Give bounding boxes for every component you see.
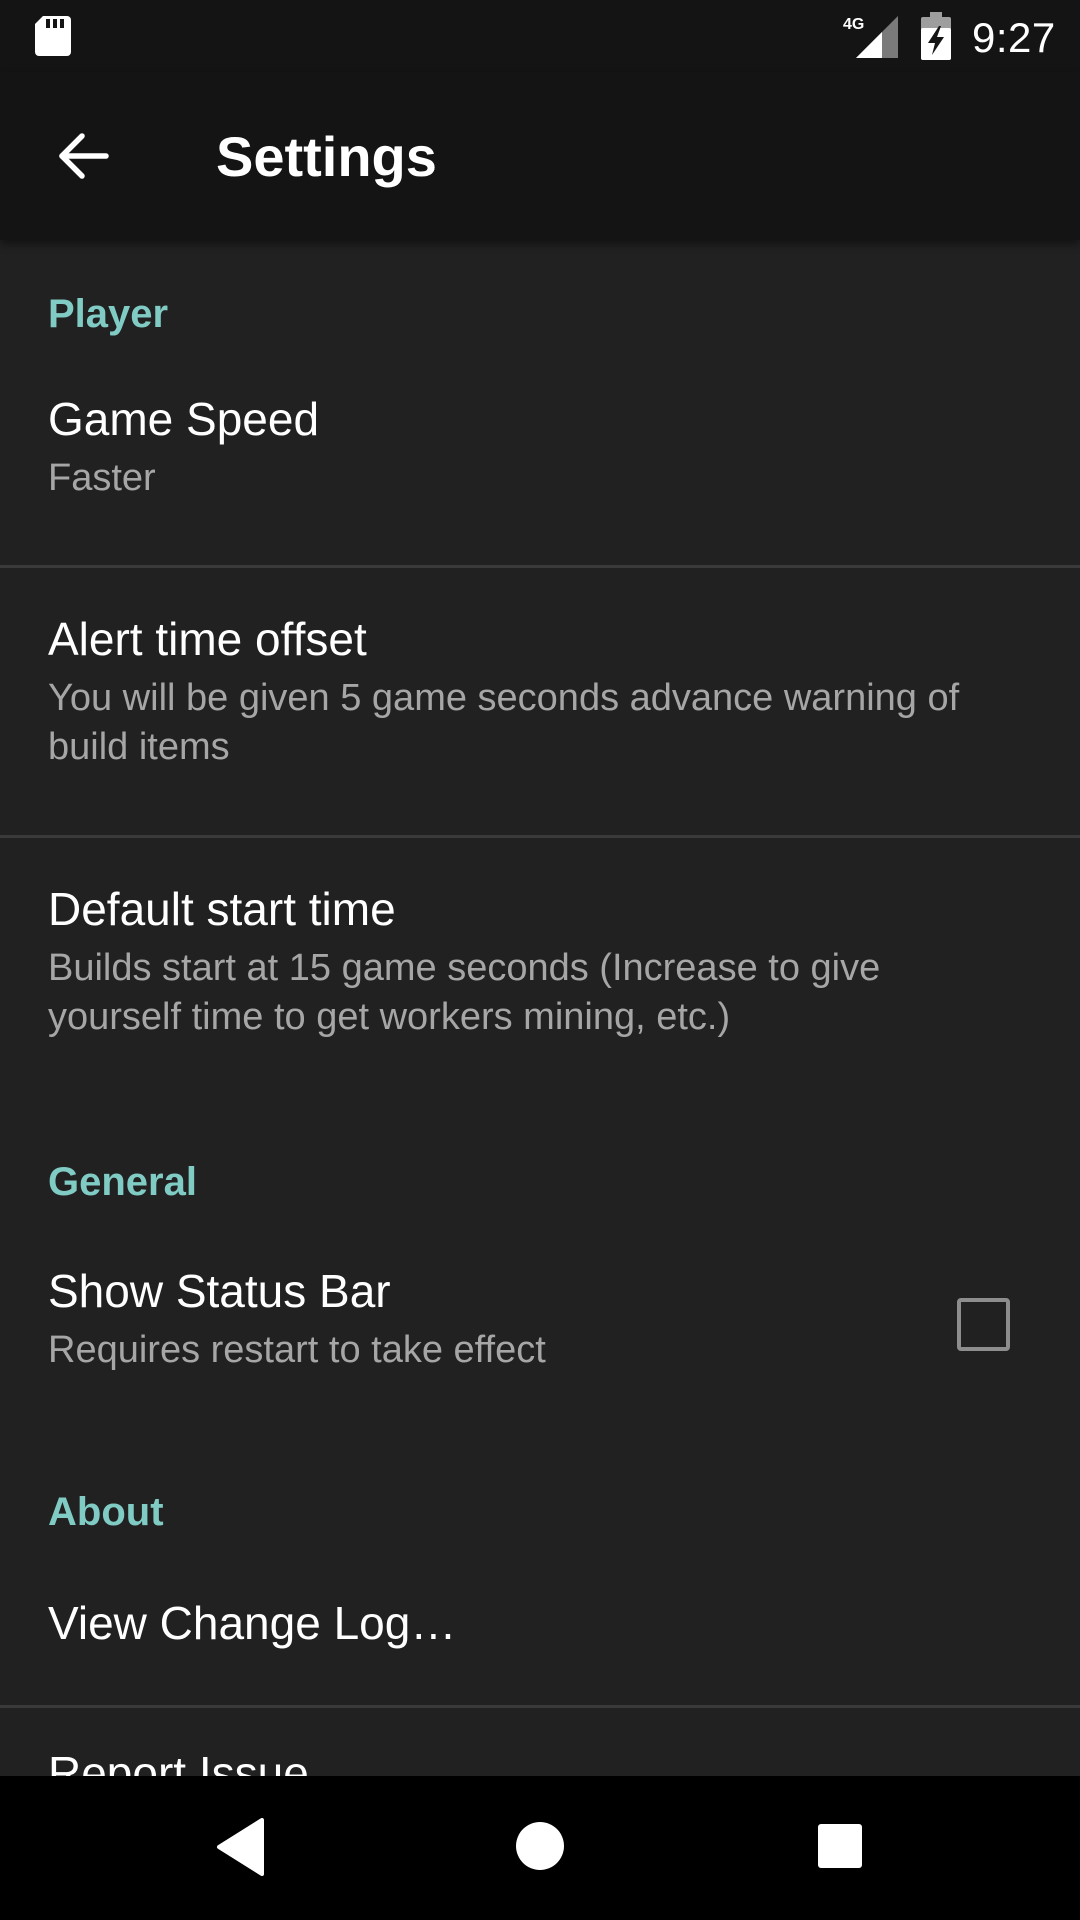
category-general: General <box>48 1160 197 1204</box>
nav-recents-icon[interactable] <box>818 1824 862 1868</box>
preference-list: Player Game Speed Faster Alert time offs… <box>0 240 1080 1776</box>
pref-view-change-log[interactable]: View Change Log… <box>0 1560 1080 1724</box>
sd-card-icon <box>35 16 71 56</box>
pref-show-status-bar[interactable]: Show Status Bar Requires restart to take… <box>0 1236 1080 1446</box>
arrow-back-icon <box>59 133 109 179</box>
pref-title: Game Speed <box>48 393 320 445</box>
pref-default-start-time[interactable]: Default start time Builds start at 15 ga… <box>0 838 1080 1106</box>
pref-title: Show Status Bar <box>48 1265 391 1317</box>
signal-4g-icon: 4G <box>843 16 898 58</box>
pref-title: Report Issue <box>48 1747 309 1776</box>
pref-summary: You will be given 5 game seconds advance… <box>48 677 960 768</box>
battery-charging-icon <box>921 12 951 60</box>
pref-title: View Change Log… <box>48 1597 457 1649</box>
network-type-label: 4G <box>843 16 864 33</box>
nav-back-icon[interactable] <box>216 1818 264 1876</box>
pref-summary: Requires restart to take effect <box>48 1329 546 1371</box>
category-player: Player <box>48 292 169 336</box>
pref-alert-time-offset[interactable]: Alert time offset You will be given 5 ga… <box>0 568 1080 836</box>
status-clock: 9:27 <box>972 14 1056 61</box>
show-status-bar-checkbox[interactable] <box>957 1298 1010 1351</box>
pref-summary: Builds start at 15 game seconds (Increas… <box>48 947 881 1038</box>
page-title: Settings <box>216 125 437 188</box>
nav-home-icon[interactable] <box>516 1822 564 1870</box>
back-button[interactable] <box>40 112 128 200</box>
category-about: About <box>48 1490 164 1534</box>
system-nav-bar <box>0 1776 1080 1920</box>
status-bar: 4G 9:27 <box>0 0 1080 72</box>
pref-title: Alert time offset <box>48 613 367 665</box>
pref-summary: Faster <box>48 457 156 499</box>
settings-screen: 4G 9:27 Settings Player Game Speed Faste… <box>0 0 1080 1920</box>
pref-partial-next[interactable]: Report Issue <box>0 1708 1080 1776</box>
pref-title: Default start time <box>48 883 396 935</box>
app-toolbar: Settings <box>0 72 1080 240</box>
